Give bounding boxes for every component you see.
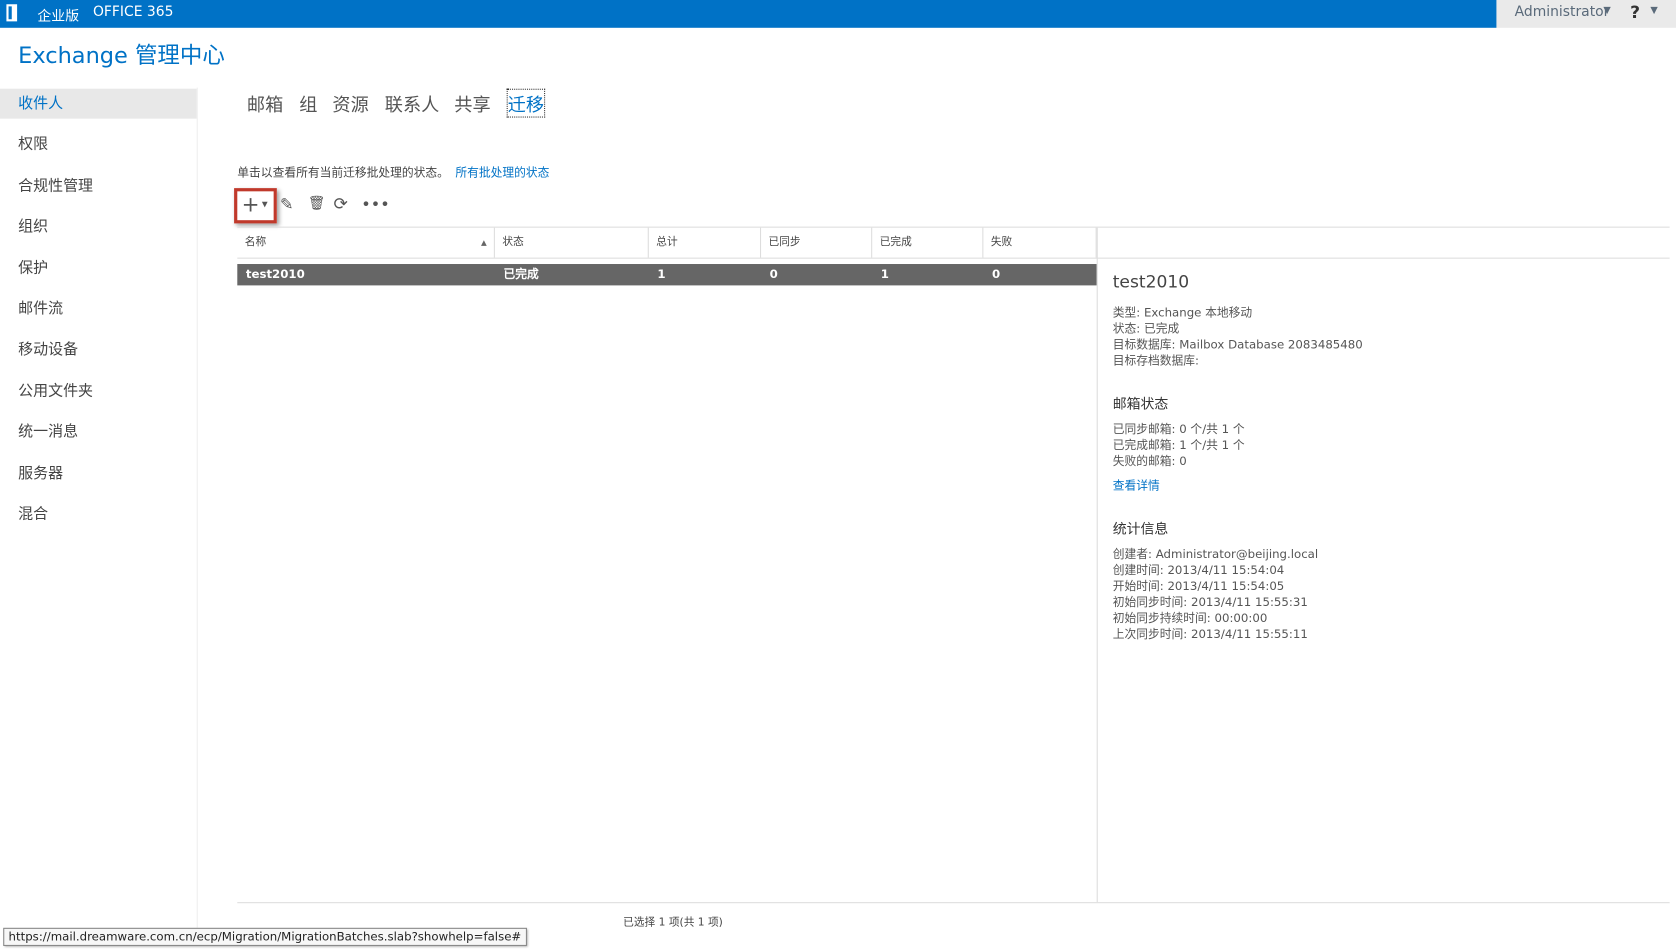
tab[interactable]: 资源 (332, 90, 368, 116)
detail-title: test2010 (1112, 271, 1190, 292)
table-cell: 1 (880, 267, 889, 282)
chevron-down-icon[interactable]: ▼ (262, 200, 268, 209)
table-cell: test2010 (245, 267, 305, 282)
sidebar-item[interactable]: 收件人 (0, 88, 197, 119)
add-icon[interactable]: + (242, 191, 260, 217)
office365-link[interactable]: OFFICE 365 (93, 4, 173, 20)
more-icon[interactable]: ••• (361, 195, 389, 214)
sidebar-item[interactable]: 统一消息 (0, 417, 197, 447)
sidebar-item[interactable]: 权限 (0, 130, 197, 160)
help-icon[interactable]: ? (1630, 2, 1640, 22)
table-cell: 0 (769, 267, 778, 282)
creator: 创建者: Administrator@beijing.local (1112, 547, 1319, 562)
column-header[interactable]: 已完成 (872, 227, 984, 258)
edition-label: 企业版 (37, 8, 80, 25)
sidebar-item[interactable]: 移动设备 (0, 335, 197, 365)
column-header[interactable]: 失败 (983, 227, 1097, 258)
column-header[interactable]: 已同步 (761, 227, 873, 258)
tab[interactable]: 联系人 (385, 90, 440, 116)
sidebar-item[interactable]: 公用文件夹 (0, 376, 197, 406)
details-pane: test2010 类型: Exchange 本地移动 状态: 已完成 目标数据库… (1112, 271, 1363, 643)
table-cell: 0 (991, 267, 1001, 282)
divider (237, 257, 1670, 259)
sidebar-item[interactable]: 合规性管理 (0, 171, 197, 201)
divider (196, 87, 198, 933)
start-time: 开始时间: 2013/4/11 15:54:05 (1112, 579, 1285, 594)
initial-sync-duration: 初始同步持续时间: 00:00:00 (1112, 611, 1268, 626)
detail-archive-db: 目标存档数据库: (1112, 353, 1200, 368)
table-cell: 1 (657, 267, 666, 282)
tab[interactable]: 共享 (454, 90, 490, 116)
selection-count: 已选择 1 项(共 1 项) (623, 917, 723, 929)
user-area: Administrator ▼ ? ▼ (1496, 0, 1676, 28)
detail-type: 类型: Exchange 本地移动 (1112, 305, 1253, 320)
user-menu[interactable]: Administrator (1515, 4, 1610, 20)
table-cell: 已完成 (503, 267, 539, 282)
chevron-down-icon[interactable]: ▼ (1603, 5, 1610, 16)
hint-label: 单击以查看所有当前迁移批处理的状态。 (237, 165, 449, 180)
tab[interactable]: 迁移 (506, 88, 546, 118)
column-header[interactable]: 名称 (237, 227, 495, 258)
sidebar-item[interactable]: 邮件流 (0, 294, 197, 324)
sidebar-item[interactable]: 组织 (0, 212, 197, 242)
sidebar-item[interactable]: 服务器 (0, 458, 197, 488)
completed-mailboxes: 已完成邮箱: 1 个/共 1 个 (1112, 438, 1245, 453)
created-time: 创建时间: 2013/4/11 15:54:04 (1112, 563, 1285, 578)
browser-status-url: https://mail.dreamware.com.cn/ecp/Migrat… (3, 927, 527, 946)
sidebar-item[interactable]: 保护 (0, 253, 197, 283)
chevron-down-icon[interactable]: ▼ (1650, 5, 1657, 16)
divider (237, 902, 1670, 904)
table-row[interactable]: test2010 已完成 1 0 1 0 (237, 264, 1097, 286)
failed-mailboxes: 失败的邮箱: 0 (1112, 454, 1187, 469)
column-header[interactable]: 状态 (495, 227, 649, 258)
tab[interactable]: 邮箱 (247, 90, 283, 116)
column-header[interactable]: 总计 (649, 227, 762, 258)
top-bar: 企业版 OFFICE 365 (0, 0, 1497, 28)
initial-sync-time: 初始同步时间: 2013/4/11 15:55:31 (1112, 595, 1308, 610)
mailbox-status-heading: 邮箱状态 (1112, 396, 1169, 413)
edit-icon[interactable]: ✎ (280, 195, 293, 214)
delete-icon[interactable]: 🗑 (308, 196, 326, 212)
last-sync-time: 上次同步时间: 2013/4/11 15:55:11 (1112, 627, 1308, 642)
tab[interactable]: 组 (299, 90, 317, 116)
page-title: Exchange 管理中心 (18, 42, 225, 69)
refresh-icon[interactable]: ⟳ (333, 193, 347, 213)
statistics-heading: 统计信息 (1112, 521, 1169, 538)
detail-status: 状态: 已完成 (1112, 321, 1180, 336)
detail-target-db: 目标数据库: Mailbox Database 2083485480 (1112, 337, 1363, 352)
synced-mailboxes: 已同步邮箱: 0 个/共 1 个 (1112, 422, 1245, 437)
hint-text: 单击以查看所有当前迁移批处理的状态。 所有批处理的状态 (237, 164, 549, 181)
sidebar-item[interactable]: 混合 (0, 499, 197, 529)
all-batches-status-link[interactable]: 所有批处理的状态 (455, 166, 549, 180)
divider (1096, 227, 1098, 903)
view-details-link[interactable]: 查看详情 (1113, 478, 1363, 494)
office-logo-icon (6, 4, 18, 22)
